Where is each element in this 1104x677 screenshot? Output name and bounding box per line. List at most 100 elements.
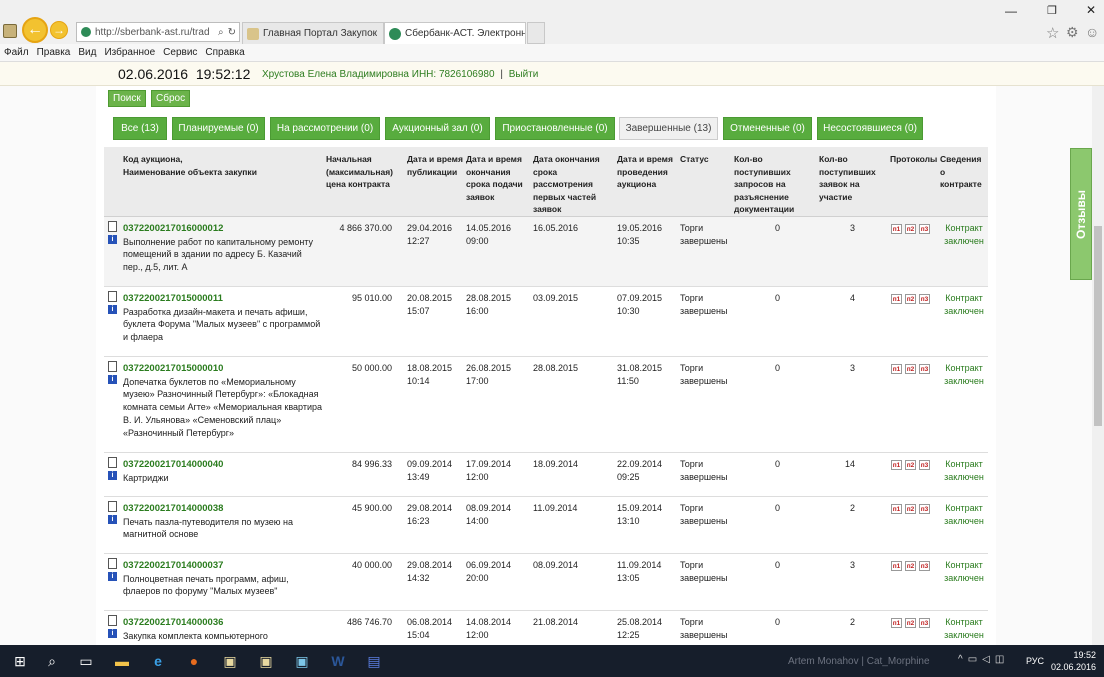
- vertical-scrollbar[interactable]: [1092, 86, 1104, 645]
- document-icon[interactable]: [108, 221, 117, 232]
- info-icon[interactable]: i: [108, 471, 117, 480]
- info-icon[interactable]: i: [108, 235, 117, 244]
- document-icon[interactable]: [108, 558, 117, 569]
- filter-tab-cancelled[interactable]: Отмененные (0): [723, 117, 812, 140]
- info-icon[interactable]: i: [108, 375, 117, 384]
- protocol-2-icon[interactable]: п2: [905, 460, 916, 470]
- protocol-2-icon[interactable]: п2: [905, 294, 916, 304]
- menu-tools[interactable]: Сервис: [163, 47, 197, 58]
- protocol-2-icon[interactable]: п2: [905, 224, 916, 234]
- menu-edit[interactable]: Правка: [37, 47, 71, 58]
- contract-link[interactable]: Контракт заключен: [942, 362, 986, 387]
- filter-tab-review[interactable]: На рассмотрении (0): [270, 117, 380, 140]
- auction-code-link[interactable]: 0372200217014000040: [123, 459, 223, 470]
- protocol-2-icon[interactable]: п2: [905, 504, 916, 514]
- info-icon[interactable]: i: [108, 515, 117, 524]
- refresh-icon[interactable]: ↻: [228, 27, 236, 38]
- protocol-3-icon[interactable]: п3: [919, 364, 930, 374]
- smiley-feedback-icon[interactable]: ☺: [1085, 24, 1099, 40]
- menu-help[interactable]: Справка: [205, 47, 244, 58]
- favorites-star-icon[interactable]: ☆: [1046, 24, 1059, 42]
- protocol-2-icon[interactable]: п2: [905, 618, 916, 628]
- auction-code-link[interactable]: 0372200217014000038: [123, 503, 223, 514]
- logout-link[interactable]: Выйти: [509, 69, 539, 80]
- filter-tab-failed[interactable]: Несостоявшиеся (0): [817, 117, 923, 140]
- tab-sberbank[interactable]: Сбербанк-АСТ. Электронн... ✕: [384, 22, 526, 44]
- header-auction-date[interactable]: Дата и время проведения аукциона: [617, 153, 677, 191]
- header-status[interactable]: Статус: [680, 153, 720, 166]
- menu-favorites[interactable]: Избранное: [104, 47, 155, 58]
- protocol-3-icon[interactable]: п3: [919, 294, 930, 304]
- protocol-1-icon[interactable]: п1: [891, 561, 902, 571]
- taskbar-clock[interactable]: 19:52 02.06.2016: [1051, 649, 1096, 673]
- document-icon[interactable]: [108, 615, 117, 626]
- search-button[interactable]: Поиск: [108, 90, 146, 107]
- menu-file[interactable]: Файл: [4, 47, 29, 58]
- protocol-3-icon[interactable]: п3: [919, 618, 930, 628]
- info-icon[interactable]: i: [108, 305, 117, 314]
- document-icon[interactable]: [108, 291, 117, 302]
- header-review-end[interactable]: Дата окончания срока рассмотрения первых…: [533, 153, 605, 216]
- filter-tab-suspended[interactable]: Приостановленные (0): [495, 117, 615, 140]
- app-icon-2[interactable]: ▣: [254, 649, 278, 673]
- protocol-2-icon[interactable]: п2: [905, 364, 916, 374]
- app-icon-1[interactable]: ▣: [218, 649, 242, 673]
- search-icon[interactable]: ⌕: [40, 649, 64, 673]
- contract-link[interactable]: Контракт заключен: [942, 292, 986, 317]
- auction-code-link[interactable]: 0372200217014000037: [123, 560, 223, 571]
- contract-link[interactable]: Контракт заключен: [942, 222, 986, 247]
- windows-start-icon[interactable]: ⊞: [8, 649, 32, 673]
- protocol-3-icon[interactable]: п3: [919, 504, 930, 514]
- info-icon[interactable]: i: [108, 629, 117, 638]
- contract-link[interactable]: Контракт заключен: [942, 616, 986, 641]
- word-icon[interactable]: W: [326, 649, 350, 673]
- reset-button[interactable]: Сброс: [151, 90, 191, 107]
- restore-icon[interactable]: ❐: [1047, 4, 1057, 17]
- header-applications[interactable]: Кол-во поступивших заявок на участие: [819, 153, 881, 203]
- auction-code-link[interactable]: 0372200217015000010: [123, 363, 223, 374]
- protocol-2-icon[interactable]: п2: [905, 561, 916, 571]
- filter-tab-all[interactable]: Все (13): [113, 117, 167, 140]
- protocol-1-icon[interactable]: п1: [891, 504, 902, 514]
- header-price[interactable]: Начальная (максимальная) цена контракта: [326, 153, 398, 191]
- new-tab-button[interactable]: [527, 22, 545, 44]
- save-disk-icon[interactable]: ▤: [362, 649, 386, 673]
- firefox-icon[interactable]: ●: [182, 649, 206, 673]
- tab-portal[interactable]: Главная Портал Закупок: [242, 22, 384, 44]
- auction-code-link[interactable]: 0372200217014000036: [123, 617, 223, 628]
- menu-view[interactable]: Вид: [78, 47, 96, 58]
- protocol-3-icon[interactable]: п3: [919, 224, 930, 234]
- scroll-thumb[interactable]: [1094, 226, 1102, 426]
- contract-link[interactable]: Контракт заключен: [942, 502, 986, 527]
- protocol-3-icon[interactable]: п3: [919, 561, 930, 571]
- protocol-1-icon[interactable]: п1: [891, 364, 902, 374]
- header-requests[interactable]: Кол-во поступивших запросов на разъяснен…: [734, 153, 810, 216]
- close-window-icon[interactable]: ✕: [1086, 3, 1096, 17]
- document-icon[interactable]: [108, 361, 117, 372]
- protocol-1-icon[interactable]: п1: [891, 618, 902, 628]
- header-publication[interactable]: Дата и время публикации: [407, 153, 463, 178]
- settings-gear-icon[interactable]: ⚙: [1066, 24, 1079, 41]
- filter-tab-auction-hall[interactable]: Аукционный зал (0): [385, 117, 490, 140]
- info-icon[interactable]: i: [108, 572, 117, 581]
- explorer-icon[interactable]: ▬: [110, 649, 134, 673]
- forward-button[interactable]: →: [50, 21, 68, 39]
- auction-code-link[interactable]: 0372200217015000011: [123, 293, 223, 304]
- protocol-1-icon[interactable]: п1: [891, 224, 902, 234]
- auction-code-link[interactable]: 0372200217016000012: [123, 223, 223, 234]
- app-icon-3[interactable]: ▣: [290, 649, 314, 673]
- protocol-1-icon[interactable]: п1: [891, 460, 902, 470]
- filter-tab-planned[interactable]: Планируемые (0): [172, 117, 265, 140]
- contract-link[interactable]: Контракт заключен: [942, 559, 986, 584]
- header-apply-end[interactable]: Дата и время окончания срока подачи заяв…: [466, 153, 526, 203]
- contract-link[interactable]: Контракт заключен: [942, 458, 986, 483]
- language-indicator[interactable]: РУС: [1026, 656, 1044, 666]
- filter-tab-completed[interactable]: Завершенные (13): [619, 117, 718, 140]
- document-icon[interactable]: [108, 501, 117, 512]
- task-view-icon[interactable]: ▭: [74, 649, 98, 673]
- tray-icons[interactable]: ^▭◁◫: [958, 654, 1009, 665]
- minimize-icon[interactable]: —: [1005, 4, 1017, 18]
- ie-icon[interactable]: e: [146, 649, 170, 673]
- back-button[interactable]: ←: [22, 17, 48, 43]
- search-icon[interactable]: ⌕: [218, 27, 224, 38]
